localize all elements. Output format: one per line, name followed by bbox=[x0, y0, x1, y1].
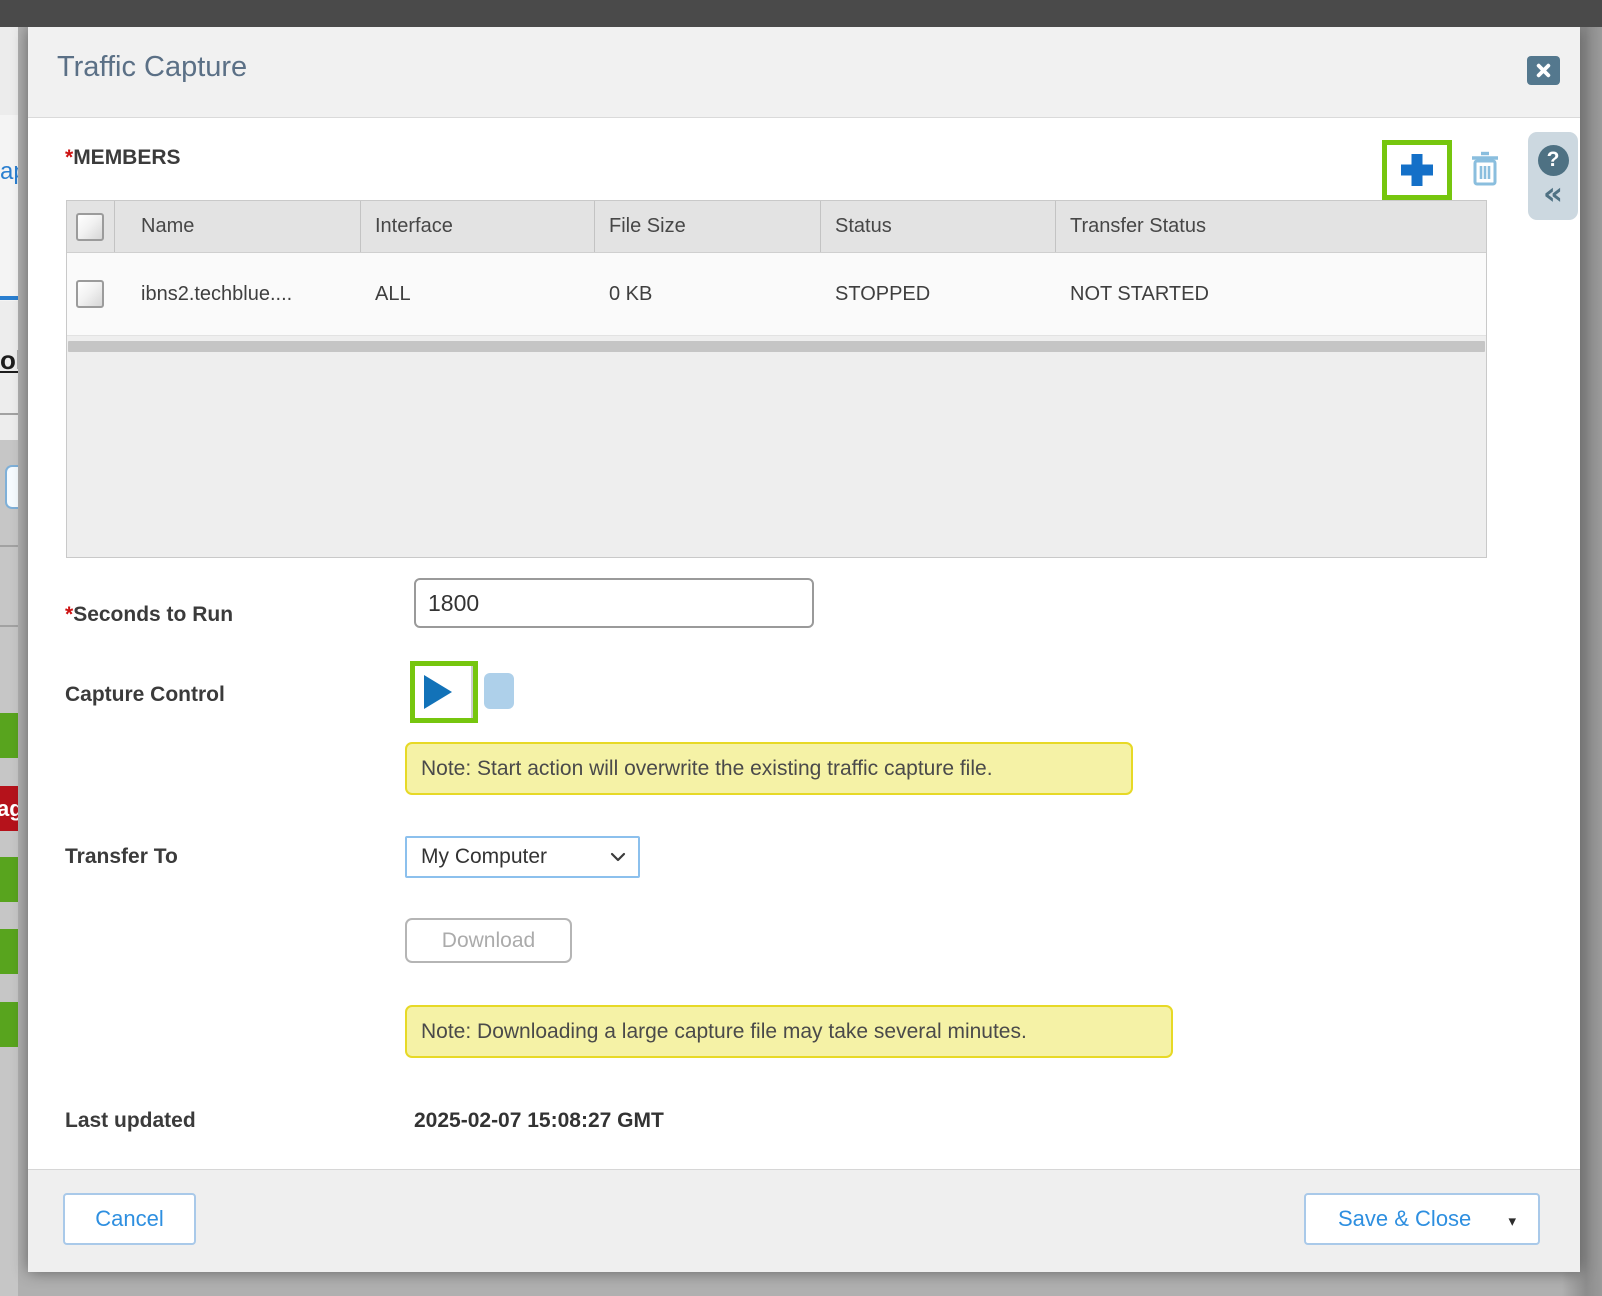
download-button[interactable]: Download bbox=[405, 918, 572, 963]
play-icon bbox=[424, 675, 452, 709]
start-capture-button[interactable] bbox=[415, 666, 473, 718]
close-button[interactable] bbox=[1527, 56, 1560, 85]
collapse-icon: « bbox=[1543, 176, 1563, 212]
help-button[interactable]: ? bbox=[1538, 145, 1569, 176]
transfer-to-label: Transfer To bbox=[65, 845, 178, 869]
column-header-file-size[interactable]: File Size bbox=[595, 201, 821, 252]
status-row-green bbox=[0, 929, 18, 974]
background-link-fragment: ap bbox=[0, 158, 18, 186]
highlight-box bbox=[410, 661, 478, 723]
row-checkbox[interactable] bbox=[76, 280, 104, 308]
note-download: Note: Downloading a large capture file m… bbox=[405, 1005, 1173, 1058]
capture-control-label: Capture Control bbox=[65, 683, 225, 707]
highlight-box bbox=[1382, 140, 1452, 200]
background-block bbox=[0, 115, 18, 301]
row-checkbox-cell bbox=[67, 253, 115, 335]
cell-name: ibns2.techblue.... bbox=[115, 253, 361, 335]
members-table: Name Interface File Size Status Transfer… bbox=[66, 200, 1487, 558]
seconds-to-run-input[interactable] bbox=[414, 578, 814, 628]
column-header-name[interactable]: Name bbox=[115, 201, 361, 252]
seconds-to-run-label: *Seconds to Run bbox=[65, 603, 233, 627]
background-page-strip: ap ol ag bbox=[0, 27, 18, 1296]
caret-down-icon: ▾ bbox=[1508, 1212, 1516, 1230]
collapse-button[interactable]: « bbox=[1543, 180, 1563, 208]
last-updated-value: 2025-02-07 15:08:27 GMT bbox=[414, 1109, 664, 1133]
members-label: *MEMBERS bbox=[65, 146, 181, 170]
status-row-red-text: ag bbox=[0, 786, 18, 831]
help-panel: ? « bbox=[1528, 132, 1578, 220]
column-header-status[interactable]: Status bbox=[821, 201, 1056, 252]
transfer-to-select[interactable]: My Computer bbox=[405, 836, 640, 878]
background-button-fragment bbox=[5, 465, 18, 509]
background-divider bbox=[0, 545, 18, 547]
status-row-green bbox=[0, 713, 18, 758]
horizontal-scrollbar[interactable] bbox=[68, 341, 1485, 352]
column-header-transfer-status[interactable]: Transfer Status bbox=[1056, 201, 1486, 252]
cell-status: STOPPED bbox=[821, 253, 1056, 335]
status-row-green bbox=[0, 1002, 18, 1047]
dialog-footer: Cancel Save & Close ▾ bbox=[28, 1169, 1580, 1272]
select-all-checkbox[interactable] bbox=[76, 213, 104, 241]
cell-transfer-status: NOT STARTED bbox=[1056, 253, 1486, 335]
close-icon bbox=[1536, 63, 1551, 78]
stop-capture-button[interactable] bbox=[484, 673, 514, 709]
background-divider bbox=[0, 413, 18, 415]
cancel-button[interactable]: Cancel bbox=[63, 1193, 196, 1245]
traffic-capture-dialog: Traffic Capture *MEMBERS bbox=[28, 27, 1580, 1272]
note-start: Note: Start action will overwrite the ex… bbox=[405, 742, 1133, 795]
table-row[interactable]: ibns2.techblue.... ALL 0 KB STOPPED NOT … bbox=[67, 253, 1486, 336]
background-block bbox=[0, 27, 18, 115]
screen: ap ol ag Traffic Capture *MEMBERS bbox=[0, 0, 1602, 1296]
last-updated-label: Last updated bbox=[65, 1109, 196, 1133]
background-divider bbox=[0, 625, 18, 627]
help-icon: ? bbox=[1547, 148, 1560, 172]
background-tab-underline bbox=[0, 296, 18, 300]
add-member-button[interactable] bbox=[1387, 145, 1447, 195]
cell-interface: ALL bbox=[361, 253, 595, 335]
dialog-title: Traffic Capture bbox=[57, 51, 247, 84]
required-asterisk: * bbox=[65, 603, 73, 626]
trash-icon bbox=[1470, 151, 1500, 187]
background-tab-fragment: ol bbox=[0, 345, 18, 376]
cell-file-size: 0 KB bbox=[595, 253, 821, 335]
delete-member-button[interactable] bbox=[1470, 151, 1500, 187]
status-row-red: ag bbox=[0, 786, 18, 831]
transfer-to-value: My Computer bbox=[421, 845, 547, 869]
table-header-row: Name Interface File Size Status Transfer… bbox=[67, 201, 1486, 253]
select-all-cell bbox=[67, 201, 115, 252]
save-close-button[interactable]: Save & Close ▾ bbox=[1304, 1193, 1540, 1245]
dialog-header: Traffic Capture bbox=[28, 27, 1580, 118]
plus-icon bbox=[1397, 150, 1437, 190]
status-row-green bbox=[0, 857, 18, 902]
top-bar bbox=[0, 0, 1602, 27]
required-asterisk: * bbox=[65, 146, 73, 169]
chevron-down-icon bbox=[610, 852, 626, 862]
column-header-interface[interactable]: Interface bbox=[361, 201, 595, 252]
